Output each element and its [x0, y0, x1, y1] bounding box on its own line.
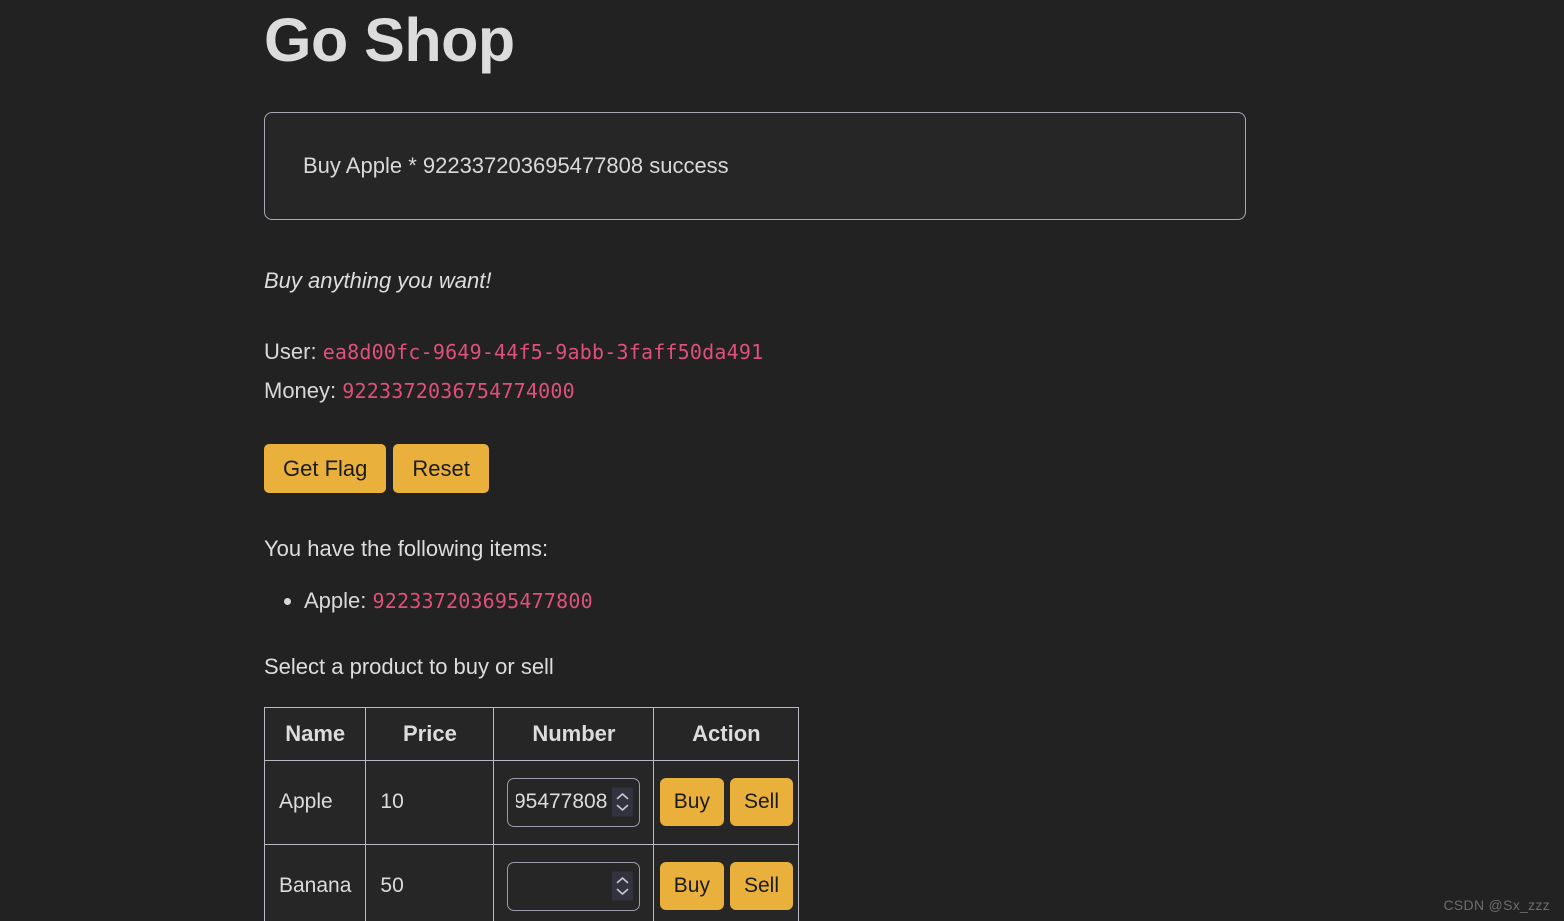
product-number-cell-apple — [493, 759, 655, 845]
table-header-row: Name Price Number Action — [263, 706, 800, 761]
tagline: Buy anything you want! — [264, 268, 492, 294]
sell-button-banana[interactable]: Sell — [729, 862, 794, 911]
column-header-price: Price — [365, 706, 495, 761]
action-button-group-banana: Buy Sell — [654, 862, 798, 911]
user-label: User: — [264, 339, 317, 365]
product-number-cell-banana — [493, 843, 655, 921]
product-price-banana: 50 — [365, 843, 495, 921]
page-title: Go Shop — [264, 6, 515, 74]
money-line: Money: 9223372036754774000 — [264, 371, 1564, 410]
chevron-up-icon — [617, 793, 629, 800]
table-row: Apple 10 922337203695477808 Buy Sell — [263, 759, 800, 845]
watermark: CSDN @Sx_zzz — [1443, 897, 1550, 913]
column-header-number: Number — [493, 706, 655, 761]
buy-button-banana[interactable]: Buy — [659, 862, 724, 911]
product-name-apple: Apple — [263, 759, 367, 845]
number-input-wrapper-banana — [507, 861, 641, 911]
inventory-list: Apple: 922337203695477800 — [264, 584, 1564, 617]
product-action-cell-banana: Buy Sell — [653, 843, 800, 921]
chevron-up-icon — [617, 877, 629, 884]
user-line: User: ea8d00fc-9649-44f5-9abb-3faff50da4… — [264, 332, 1564, 371]
number-input-wrapper-apple — [507, 777, 641, 827]
product-price-apple: 10 — [365, 759, 495, 845]
get-flag-button[interactable]: Get Flag — [264, 443, 387, 493]
inventory-item-label: Apple: — [304, 587, 367, 613]
quantity-stepper-apple[interactable] — [612, 787, 634, 817]
chevron-down-icon — [617, 889, 629, 896]
buy-button-apple[interactable]: Buy — [659, 778, 724, 827]
reset-button[interactable]: Reset — [393, 443, 489, 493]
inventory-item-count: 922337203695477800 — [372, 588, 593, 613]
product-table-head: Name Price Number Action — [263, 706, 800, 761]
status-message-box: Buy Apple * 922337203695477808 success — [264, 112, 1246, 221]
table-row: Banana 50 Buy Sell — [263, 843, 800, 921]
product-table: Name Price Number Action Apple 10 922337… — [263, 706, 800, 921]
product-action-cell-apple: Buy Sell — [653, 759, 800, 845]
sell-button-apple[interactable]: Sell — [729, 778, 794, 827]
action-button-row: Get Flag Reset — [264, 443, 1564, 493]
quantity-stepper-banana[interactable] — [612, 871, 634, 901]
inventory-heading: You have the following items: — [264, 535, 549, 561]
account-info: User: ea8d00fc-9649-44f5-9abb-3faff50da4… — [264, 332, 1564, 410]
chevron-down-icon — [617, 805, 629, 812]
list-item: Apple: 922337203695477800 — [304, 584, 1564, 617]
column-header-action: Action — [653, 706, 800, 761]
product-table-body: Apple 10 922337203695477808 Buy Sell Ban… — [263, 759, 800, 921]
money-label: Money: — [264, 378, 337, 404]
column-header-name: Name — [263, 706, 367, 761]
action-button-group-apple: Buy Sell — [654, 778, 798, 827]
user-id-value: ea8d00fc-9649-44f5-9abb-3faff50da491 — [322, 340, 764, 365]
money-value: 9223372036754774000 — [342, 379, 575, 404]
app-root: Go Shop Buy Apple * 922337203695477808 s… — [0, 0, 1564, 921]
product-name-banana: Banana — [263, 843, 367, 921]
shop-heading: Select a product to buy or sell — [264, 653, 554, 679]
status-message-text: Buy Apple * 922337203695477808 success — [303, 153, 729, 179]
